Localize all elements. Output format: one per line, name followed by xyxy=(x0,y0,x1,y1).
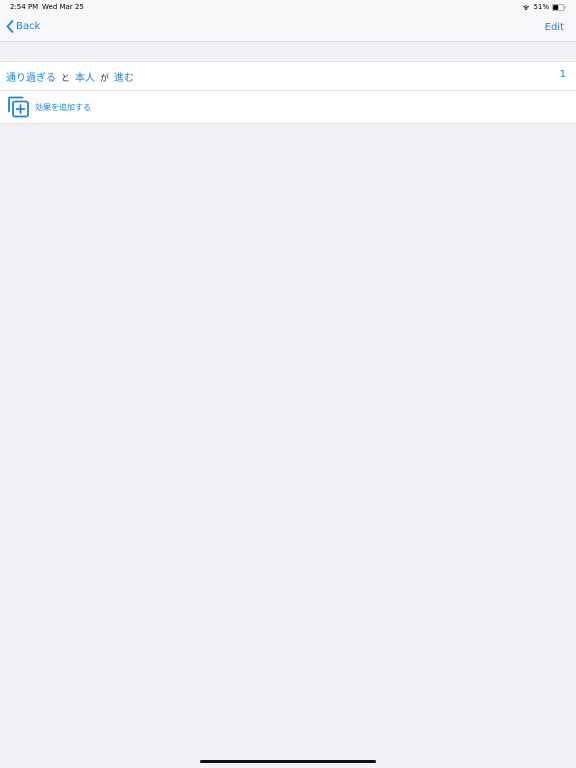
rule-list: 通り過ぎると本人が進む 1 効果を追加する xyxy=(0,61,576,124)
navigation-bar: Back Edit xyxy=(0,14,576,42)
rule-particle-ga: が xyxy=(100,74,110,84)
status-time: 2:54 PM xyxy=(10,3,39,11)
battery-percent: 51% xyxy=(533,3,549,11)
add-effect-label: 効果を追加する xyxy=(35,103,91,112)
home-indicator xyxy=(200,760,376,763)
rule-sentence: 通り過ぎると本人が進む xyxy=(6,69,134,84)
status-indicators: 51% xyxy=(522,3,566,11)
add-effect-row[interactable]: 効果を追加する xyxy=(0,91,576,123)
chevron-left-icon xyxy=(6,20,14,33)
rule-row[interactable]: 通り過ぎると本人が進む 1 xyxy=(0,62,576,91)
status-date: Wed Mar 25 xyxy=(42,3,84,11)
battery-icon xyxy=(552,3,566,11)
rule-subject[interactable]: 本人 xyxy=(75,73,95,84)
rule-particle-to: と xyxy=(61,74,71,84)
rule-verb[interactable]: 通り過ぎる xyxy=(6,73,56,84)
back-button[interactable]: Back xyxy=(6,20,40,33)
status-bar: 2:54 PM Wed Mar 25 51% xyxy=(0,0,576,14)
rule-action[interactable]: 進む xyxy=(114,73,134,84)
edit-button[interactable]: Edit xyxy=(545,22,564,33)
wifi-icon xyxy=(523,4,530,10)
rule-count: 1 xyxy=(559,69,566,80)
back-label: Back xyxy=(16,21,41,32)
add-effect-icon xyxy=(8,96,29,118)
battery-fill xyxy=(553,4,559,10)
